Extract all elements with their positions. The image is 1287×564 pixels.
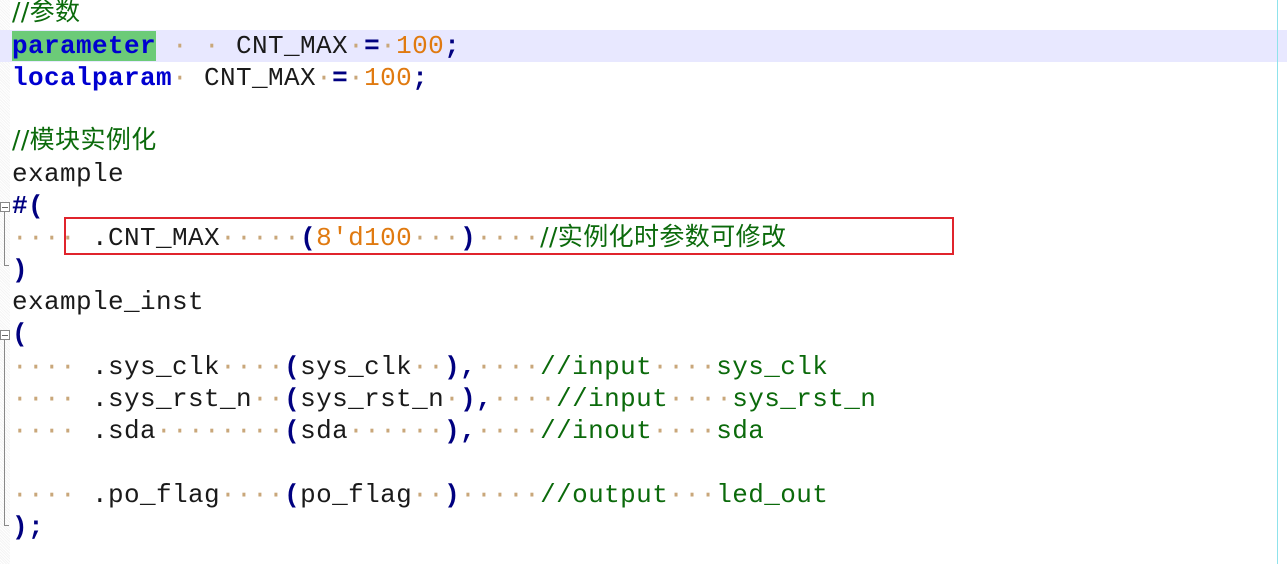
whitespace-dots — [76, 480, 92, 510]
whitespace-dots: ···· — [220, 352, 285, 382]
whitespace-dots — [76, 384, 92, 414]
port-list-open: ( — [12, 319, 29, 349]
fold-end-marker — [4, 525, 9, 526]
signal-name: sys_clk — [300, 352, 413, 382]
code-line-port-po-flag[interactable]: ···· .po_flag····(po_flag··)·····//outpu… — [12, 479, 828, 511]
whitespace-dots: ···· — [476, 352, 541, 382]
signal-name: sys_rst_n — [300, 384, 445, 414]
whitespace-dots: · — [380, 31, 397, 61]
whitespace-dots: · — [172, 63, 205, 93]
comment-direction: //input — [556, 384, 669, 414]
whitespace-dots: · — [444, 384, 461, 414]
comment-text: //参数 — [12, 0, 81, 26]
indent-dots: ···· — [12, 416, 77, 446]
code-line-comment-params[interactable]: //参数 — [12, 0, 80, 28]
comment-direction: //input — [540, 352, 653, 382]
module-name: example — [12, 159, 125, 189]
whitespace-dots: · — [348, 31, 365, 61]
comment-signal: sys_clk — [716, 352, 829, 382]
code-line-param-open[interactable]: #( — [12, 190, 44, 222]
whitespace-dots: ···· — [220, 480, 285, 510]
code-line-port-close[interactable]: ); — [12, 511, 44, 543]
whitespace-dots: ···· — [668, 384, 733, 414]
paren-close: ), — [460, 384, 493, 414]
comment-direction: //inout — [540, 416, 653, 446]
param-override-close: ) — [12, 255, 29, 285]
whitespace-dots: ··· — [668, 480, 717, 510]
code-line-port-sys-clk[interactable]: ···· .sys_clk····(sys_clk··),····//input… — [12, 351, 828, 383]
comment-signal: led_out — [716, 480, 829, 510]
whitespace-dots: · — [316, 63, 333, 93]
code-line-parameter[interactable]: parameter · · CNT_MAX·=·100; — [12, 30, 460, 62]
paren-open: ( — [284, 480, 301, 510]
fold-gutter — [0, 0, 10, 564]
paren-open: ( — [284, 416, 301, 446]
paren-close: ), — [444, 416, 477, 446]
whitespace-dots: ·· — [412, 352, 445, 382]
code-line-comment-instantiation[interactable]: //模块实例化 — [12, 124, 157, 156]
port-name: .po_flag — [92, 480, 221, 510]
signal-name: po_flag — [300, 480, 413, 510]
whitespace-dots: ······ — [348, 416, 445, 446]
code-line-module-name[interactable]: example — [12, 158, 124, 190]
indent-dots: ···· — [12, 384, 77, 414]
indent-dots: ···· — [12, 480, 77, 510]
operator: = — [332, 63, 349, 93]
paren-open: ( — [284, 352, 301, 382]
whitespace-dots: · · — [156, 31, 237, 61]
signal-name: sda — [300, 416, 349, 446]
paren-close: ) — [444, 480, 461, 510]
whitespace-dots: · — [348, 63, 365, 93]
code-line-port-open[interactable]: ( — [12, 318, 28, 350]
port-list-close: ); — [12, 512, 45, 542]
semicolon: ; — [412, 63, 429, 93]
fold-collapse-icon[interactable] — [0, 202, 10, 212]
whitespace-dots: ···· — [476, 416, 541, 446]
instance-name: example_inst — [12, 287, 205, 317]
comment-signal: sys_rst_n — [732, 384, 877, 414]
comment-signal: sda — [716, 416, 765, 446]
whitespace-dots: ·· — [252, 384, 285, 414]
keyword-parameter: parameter — [12, 31, 157, 61]
comment-text: //模块实例化 — [12, 125, 157, 154]
code-line-port-sda[interactable]: ···· .sda········(sda······),····//inout… — [12, 415, 764, 447]
paren-close: ), — [444, 352, 477, 382]
fold-range-line — [4, 339, 5, 525]
fold-end-marker — [4, 265, 9, 266]
param-override-open: #( — [12, 191, 45, 221]
annotation-highlight-box — [64, 217, 954, 255]
semicolon: ; — [444, 31, 461, 61]
port-name: .sda — [92, 416, 157, 446]
number-literal: 100 — [364, 63, 413, 93]
whitespace-dots — [76, 416, 92, 446]
edge-column-marker — [1277, 0, 1278, 564]
code-line-param-close[interactable]: ) — [12, 254, 28, 286]
whitespace-dots: ········ — [156, 416, 285, 446]
code-line-port-sys-rst-n[interactable]: ···· .sys_rst_n··(sys_rst_n·),····//inpu… — [12, 383, 876, 415]
code-line-localparam[interactable]: localparam· CNT_MAX·=·100; — [12, 62, 428, 94]
identifier: CNT_MAX — [236, 31, 349, 61]
whitespace-dots — [76, 352, 92, 382]
keyword-localparam: localparam — [12, 63, 173, 93]
operator: = — [364, 31, 381, 61]
whitespace-dots: ···· — [652, 416, 717, 446]
identifier: CNT_MAX — [204, 63, 317, 93]
whitespace-dots: ·· — [412, 480, 445, 510]
whitespace-dots: ···· — [652, 352, 717, 382]
fold-collapse-icon[interactable] — [0, 330, 10, 340]
number-literal: 100 — [396, 31, 445, 61]
fold-range-line — [4, 211, 5, 265]
paren-open: ( — [284, 384, 301, 414]
whitespace-dots: ····· — [460, 480, 541, 510]
whitespace-dots: ···· — [492, 384, 557, 414]
comment-direction: //output — [540, 480, 669, 510]
indent-dots: ···· — [12, 352, 77, 382]
port-name: .sys_rst_n — [92, 384, 253, 414]
code-line-instance-name[interactable]: example_inst — [12, 286, 204, 318]
port-name: .sys_clk — [92, 352, 221, 382]
